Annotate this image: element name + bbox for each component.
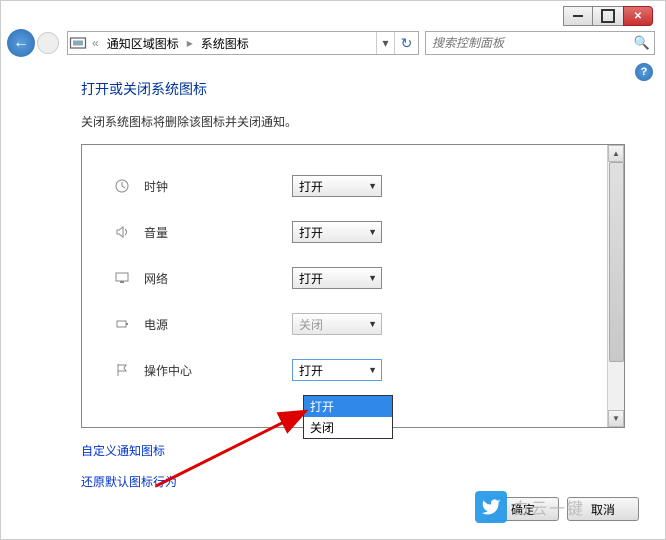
page-description: 关闭系统图标将删除该图标并关闭通知。 [81,113,625,130]
scrollbar[interactable]: ▲ ▼ [607,145,624,427]
search-input[interactable] [426,36,630,50]
breadcrumb-item-1[interactable]: 通知区域图标 [103,35,183,52]
row-label-action: 操作中心 [132,362,292,379]
power-icon [112,316,132,332]
control-panel-icon [68,33,88,53]
breadcrumb-dropdown[interactable]: ▾ [376,32,394,54]
scroll-up-button[interactable]: ▲ [608,145,624,162]
scroll-thumb[interactable] [609,162,624,362]
chevron-down-icon: ▼ [368,365,377,375]
chevron-down-icon: ▼ [368,181,377,191]
row-label-clock: 时钟 [132,178,292,195]
network-icon [112,270,132,286]
select-action-center[interactable]: 打开▼ [292,359,382,381]
breadcrumb[interactable]: « 通知区域图标 ▸ 系统图标 ▾ ↻ [67,31,419,55]
select-clock[interactable]: 打开▼ [292,175,382,197]
ok-button[interactable]: 确定 [487,497,559,521]
volume-icon [112,224,132,240]
row-label-power: 电源 [132,316,292,333]
flag-icon [112,362,132,378]
forward-button[interactable] [37,32,59,54]
minimize-button[interactable] [563,6,593,26]
refresh-button[interactable]: ↻ [394,32,418,54]
row-volume: 音量 打开▼ [112,209,594,255]
select-network[interactable]: 打开▼ [292,267,382,289]
chevron-down-icon: ▼ [368,227,377,237]
link-restore[interactable]: 还原默认图标行为 [81,473,625,490]
breadcrumb-sep-icon: « [88,36,103,50]
page-title: 打开或关闭系统图标 [81,79,625,99]
row-action-center: 操作中心 打开▼ [112,347,594,393]
settings-panel: 时钟 打开▼ 音量 打开▼ 网络 打开▼ [81,144,625,428]
row-label-network: 网络 [132,270,292,287]
breadcrumb-item-2[interactable]: 系统图标 [197,35,253,52]
dropdown-action-center[interactable]: 打开 关闭 [303,395,393,439]
back-button[interactable]: ← [7,29,35,57]
dropdown-option-close[interactable]: 关闭 [304,417,392,438]
chevron-down-icon: ▼ [368,273,377,283]
cancel-button[interactable]: 取消 [567,497,639,521]
help-icon[interactable]: ? [635,63,653,81]
select-power: 关闭▼ [292,313,382,335]
row-clock: 时钟 打开▼ [112,163,594,209]
dropdown-option-open[interactable]: 打开 [304,396,392,417]
link-customize[interactable]: 自定义通知图标 [81,442,625,459]
close-button[interactable] [623,6,653,26]
row-network: 网络 打开▼ [112,255,594,301]
clock-icon [112,178,132,194]
chevron-down-icon: ▼ [368,319,377,329]
select-volume[interactable]: 打开▼ [292,221,382,243]
search-box[interactable]: 🔍 [425,31,655,55]
address-bar: ← « 通知区域图标 ▸ 系统图标 ▾ ↻ 🔍 [7,29,655,57]
row-power: 电源 关闭▼ [112,301,594,347]
scroll-down-button[interactable]: ▼ [608,410,624,427]
search-icon[interactable]: 🔍 [630,35,654,51]
row-label-volume: 音量 [132,224,292,241]
maximize-button[interactable] [593,6,623,26]
chevron-right-icon: ▸ [183,36,197,50]
